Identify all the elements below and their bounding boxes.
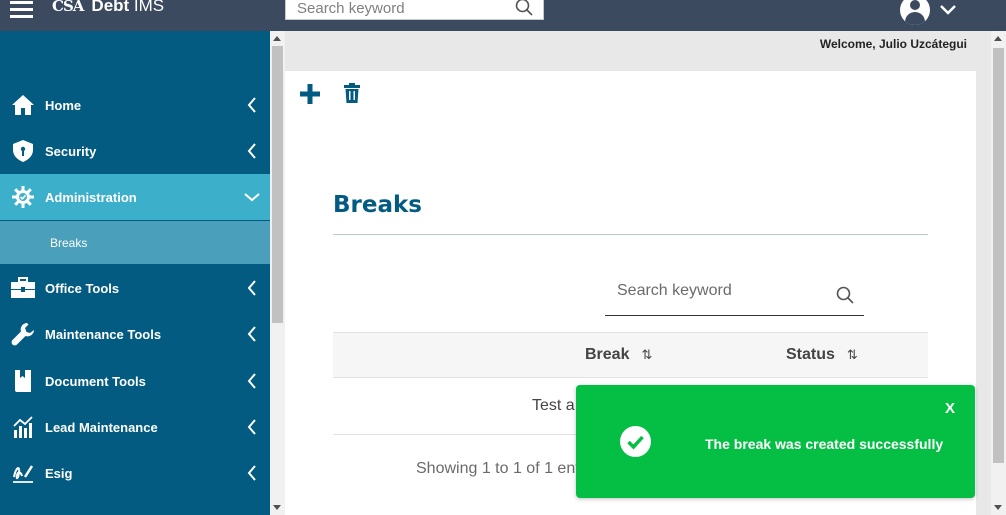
- column-header-label: Status: [786, 346, 835, 363]
- wrench-icon: [0, 322, 45, 346]
- sidebar-item-administration[interactable]: Administration: [0, 174, 270, 220]
- shield-icon: [0, 139, 45, 163]
- search-icon[interactable]: [515, 0, 533, 20]
- toolbox-icon: [0, 277, 45, 299]
- sidebar-item-office-tools[interactable]: Office Tools: [0, 265, 270, 311]
- pagination-info: Showing 1 to 1 of 1 ent: [416, 460, 580, 477]
- users-icon: [10, 509, 34, 515]
- global-search: [285, 0, 544, 20]
- chevron-left-icon: [234, 419, 270, 435]
- app-logo[interactable]: CSA Debt IMS: [52, 0, 164, 16]
- sidebar-item-label: Lead Maintenance: [45, 419, 158, 435]
- book-icon: [0, 369, 45, 393]
- table-header: Break ⇅ Status ⇅: [333, 332, 928, 378]
- scroll-up-icon[interactable]: [994, 36, 1002, 41]
- chevron-left-icon: [234, 326, 270, 342]
- signature-icon: [0, 461, 45, 485]
- add-icon[interactable]: [299, 83, 321, 109]
- sidebar-item-lead-maintenance[interactable]: Lead Maintenance: [0, 404, 270, 450]
- top-bar: CSA Debt IMS: [0, 0, 1006, 31]
- search-icon[interactable]: [836, 286, 854, 308]
- scrollbar-thumb[interactable]: [272, 46, 283, 323]
- sidebar: Home Security Administration Breaks Offi…: [0, 31, 270, 515]
- sidebar-item-document-tools[interactable]: Document Tools: [0, 358, 270, 404]
- logo-mark: CSA: [52, 0, 84, 15]
- sort-icon[interactable]: ⇅: [847, 347, 858, 363]
- user-avatar-icon[interactable]: [900, 0, 930, 25]
- gear-icon: [0, 185, 45, 209]
- sidebar-item-home[interactable]: Home: [0, 82, 270, 128]
- check-circle-icon: [620, 426, 651, 457]
- sidebar-item-label: Maintenance Tools: [45, 326, 162, 342]
- hamburger-menu-icon[interactable]: [10, 0, 33, 18]
- sidebar-item-esig[interactable]: Esig: [0, 450, 270, 496]
- welcome-message: Welcome, Julio Uzcátegui: [819, 37, 967, 51]
- page-title: Breaks: [333, 192, 422, 218]
- sidebar-item-label: Security: [45, 143, 97, 159]
- chevron-left-icon: [234, 465, 270, 481]
- scroll-down-icon[interactable]: [273, 505, 281, 510]
- bar-chart-icon: [0, 415, 45, 439]
- main-scrollbar[interactable]: [991, 31, 1006, 515]
- chevron-down-icon[interactable]: [939, 1, 957, 20]
- scroll-down-icon[interactable]: [994, 505, 1002, 510]
- sidebar-item-label: Administration: [45, 189, 137, 205]
- global-search-input[interactable]: [286, 0, 501, 19]
- home-icon: [0, 94, 45, 116]
- chevron-left-icon: [234, 97, 270, 113]
- chevron-left-icon: [234, 373, 270, 389]
- scroll-up-icon[interactable]: [273, 36, 281, 41]
- sidebar-item-label: Home: [45, 97, 82, 113]
- sidebar-item-maintenance-tools[interactable]: Maintenance Tools: [0, 311, 270, 357]
- close-toast-button[interactable]: X: [945, 400, 955, 417]
- cell-break: Test a: [532, 397, 575, 414]
- sidebar-item-security[interactable]: Security: [0, 128, 270, 174]
- divider: [333, 234, 928, 235]
- scrollbar-thumb[interactable]: [993, 48, 1004, 463]
- column-header-status[interactable]: Status ⇅: [786, 346, 858, 364]
- sidebar-item-label: Office Tools: [45, 280, 120, 296]
- chevron-left-icon: [234, 143, 270, 159]
- column-header-break[interactable]: Break ⇅: [585, 346, 652, 364]
- sidebar-subitem-breaks[interactable]: Breaks: [0, 221, 270, 264]
- sidebar-scrollbar[interactable]: [270, 31, 285, 515]
- sort-icon[interactable]: ⇅: [641, 347, 652, 363]
- user-menu[interactable]: [900, 0, 957, 25]
- column-header-label: Break: [585, 346, 630, 363]
- app-name: Debt IMS: [91, 0, 165, 15]
- sidebar-item-label: Esig: [45, 465, 73, 481]
- chevron-left-icon: [234, 280, 270, 296]
- toast-message: The break was created successfully: [705, 436, 944, 452]
- trash-icon[interactable]: [344, 83, 360, 107]
- success-toast: X The break was created successfully: [576, 385, 975, 498]
- table-search: [605, 275, 864, 316]
- chevron-down-icon: [234, 192, 270, 202]
- sidebar-item-label: Document Tools: [45, 373, 146, 389]
- table-search-input[interactable]: [605, 275, 825, 307]
